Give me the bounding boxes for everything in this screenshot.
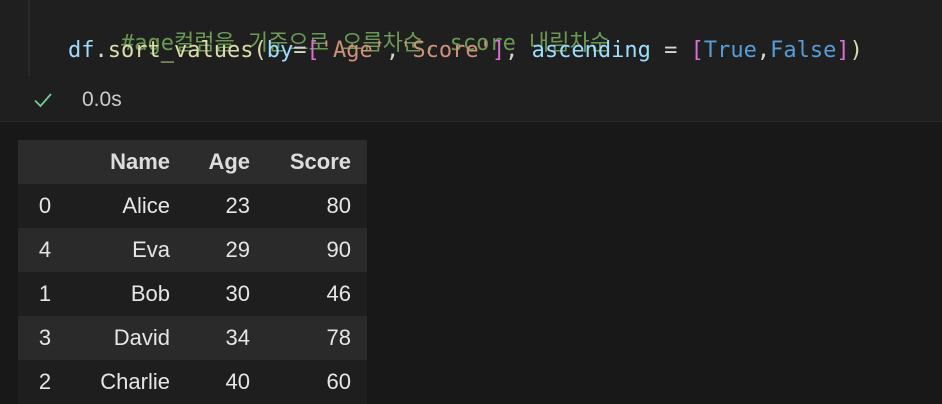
cell-score: 46	[250, 272, 367, 316]
table-row: 2 Charlie 40 60	[18, 360, 367, 404]
column-header-name: Name	[82, 140, 170, 184]
table-row: 1 Bob 30 46	[18, 272, 367, 316]
table-row: 0 Alice 23 80	[18, 184, 367, 228]
cell-age: 34	[170, 316, 250, 360]
row-index: 1	[18, 272, 82, 316]
dataframe-table: Name Age Score 0 Alice 23 80 4 Eva 29 90…	[18, 140, 367, 404]
row-index: 4	[18, 228, 82, 272]
code-line-2[interactable]: df.sort_values(by=['Age','Score'], ascen…	[68, 37, 863, 65]
cell-score: 78	[250, 316, 367, 360]
token-method: sort_values	[107, 38, 254, 63]
token-comma: ,	[756, 38, 771, 63]
token-kwarg-by: by	[266, 38, 294, 63]
token-str-score: 'Score'	[399, 38, 492, 63]
token-list2-close: ]	[836, 38, 850, 63]
token-list2-open: [	[690, 38, 704, 63]
column-header-index	[18, 140, 82, 184]
execution-time: 0.0s	[82, 88, 122, 111]
token-list-close: ]	[491, 38, 506, 63]
row-index: 3	[18, 316, 82, 360]
token-eq: =	[650, 38, 691, 63]
token-eq: =	[293, 38, 307, 63]
cell-gutter	[28, 0, 30, 76]
token-list-open: [	[306, 38, 320, 63]
token-kwarg-ascending: ascending	[531, 38, 651, 63]
cell-score: 80	[250, 184, 367, 228]
cell-age: 40	[170, 360, 250, 404]
cell-score: 60	[250, 360, 367, 404]
cell-name: David	[82, 316, 170, 360]
cell-age: 30	[170, 272, 250, 316]
column-header-score: Score	[250, 140, 367, 184]
cell-name: Alice	[82, 184, 170, 228]
token-paren-open: (	[253, 38, 267, 63]
cell-name: Bob	[82, 272, 170, 316]
token-false: False	[770, 38, 837, 63]
execution-status: 0.0s	[32, 86, 122, 114]
row-index: 2	[18, 360, 82, 404]
cell-name: Charlie	[82, 360, 170, 404]
token-comma: ,	[505, 38, 532, 63]
column-header-age: Age	[170, 140, 250, 184]
row-index: 0	[18, 184, 82, 228]
cell-score: 90	[250, 228, 367, 272]
token-df: df	[68, 38, 95, 63]
check-icon	[34, 93, 52, 108]
table-header-row: Name Age Score	[18, 140, 367, 184]
cell-output: Name Age Score 0 Alice 23 80 4 Eva 29 90…	[18, 140, 367, 404]
code-cell[interactable]: #age컬럼을 기준으로 오름차순, score 내림차순 df.sort_va…	[0, 0, 942, 122]
table-row: 3 David 34 78	[18, 316, 367, 360]
token-paren-close: )	[849, 38, 863, 63]
cell-age: 23	[170, 184, 250, 228]
cell-name: Eva	[82, 228, 170, 272]
token-str-age: 'Age'	[319, 38, 386, 63]
token-true: True	[703, 38, 757, 63]
token-comma: ,	[385, 38, 400, 63]
table-row: 4 Eva 29 90	[18, 228, 367, 272]
cell-age: 29	[170, 228, 250, 272]
token-dot: .	[94, 38, 108, 63]
